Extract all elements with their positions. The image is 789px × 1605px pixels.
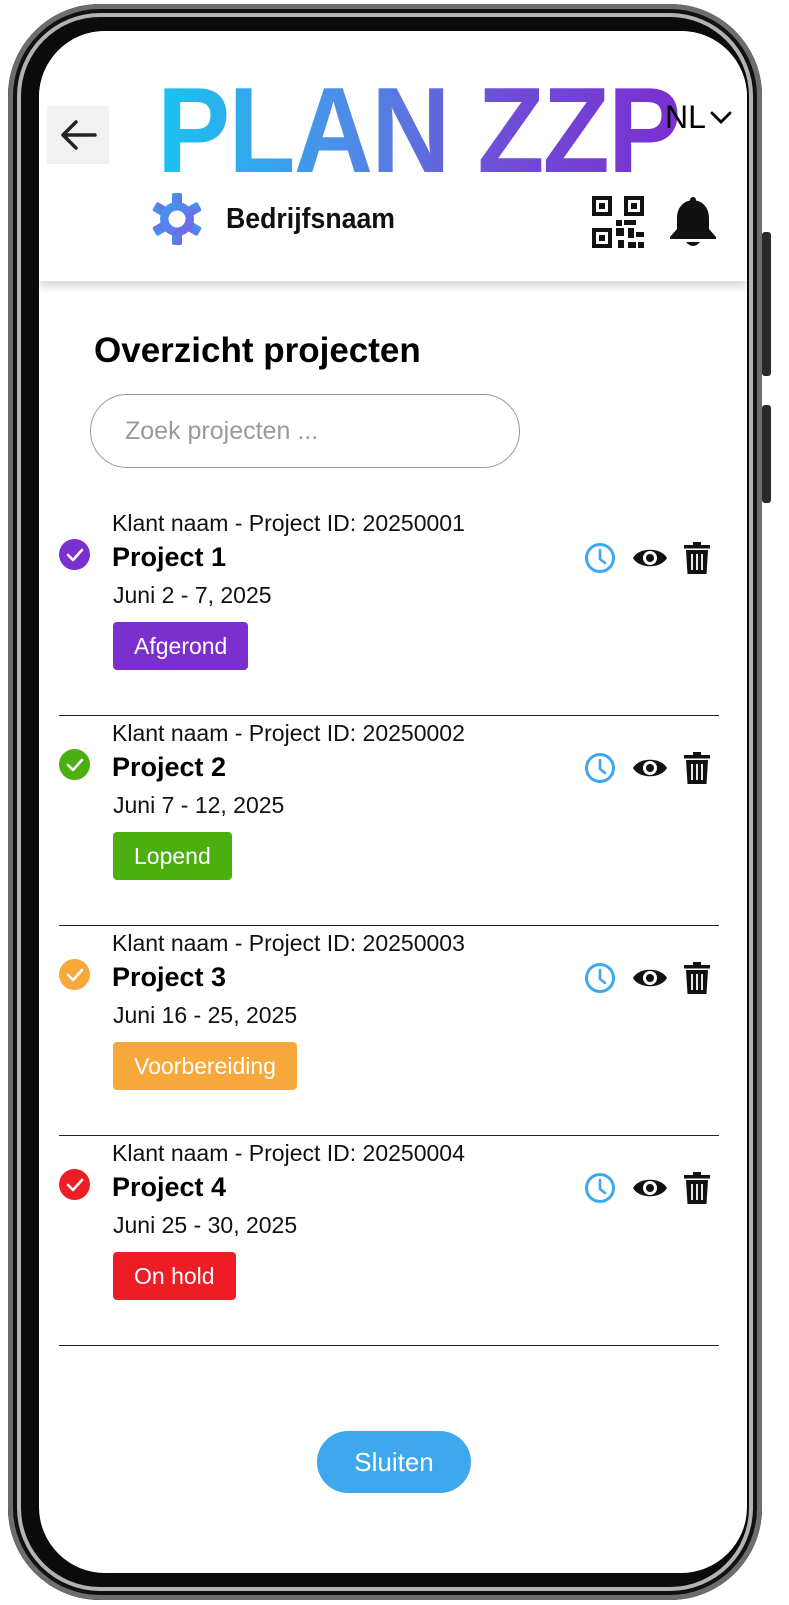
status-badge: Afgerond xyxy=(113,622,249,670)
project-list: Klant naam - Project ID: 20250001 Projec… xyxy=(59,506,719,1346)
search-input[interactable] xyxy=(90,394,520,468)
project-name[interactable]: Project 3 xyxy=(112,962,226,993)
page-title: Overzicht projecten xyxy=(94,331,421,370)
app-header: PLAN ZZP NL Bedrijfsnaam xyxy=(39,31,747,281)
project-client: Klant naam - Project ID: 20250001 xyxy=(112,510,465,536)
clock-icon[interactable] xyxy=(584,542,616,574)
project-row[interactable]: Klant naam - Project ID: 20250002 Projec… xyxy=(59,716,719,926)
trash-icon[interactable] xyxy=(684,1172,710,1204)
status-badge: Voorbereiding xyxy=(113,1042,297,1090)
company-name[interactable]: Bedrijfsnaam xyxy=(226,203,395,236)
phone-frame: PLAN ZZP NL Bedrijfsnaam Overzicht proje… xyxy=(8,4,762,1600)
project-dates: Juni 2 - 7, 2025 xyxy=(113,582,272,608)
project-dates: Juni 16 - 25, 2025 xyxy=(113,1002,298,1028)
project-actions xyxy=(584,542,710,574)
project-actions xyxy=(584,752,710,784)
project-actions xyxy=(584,1172,710,1204)
back-button[interactable] xyxy=(47,106,109,164)
trash-icon[interactable] xyxy=(684,962,710,994)
clock-icon[interactable] xyxy=(584,752,616,784)
side-button-upper xyxy=(762,232,771,376)
eye-icon[interactable] xyxy=(632,965,668,991)
eye-icon[interactable] xyxy=(632,545,668,571)
check-circle-icon xyxy=(59,749,90,780)
check-circle-icon xyxy=(59,1169,90,1200)
bell-icon[interactable] xyxy=(667,195,719,249)
arrow-left-icon xyxy=(61,120,97,150)
project-client: Klant naam - Project ID: 20250002 xyxy=(112,720,465,746)
gear-icon[interactable] xyxy=(149,191,205,247)
project-dates: Juni 25 - 30, 2025 xyxy=(113,1212,298,1238)
clock-icon[interactable] xyxy=(584,962,616,994)
project-client: Klant naam - Project ID: 20250003 xyxy=(112,930,465,956)
trash-icon[interactable] xyxy=(684,752,710,784)
project-name[interactable]: Project 2 xyxy=(112,752,226,783)
side-button-lower xyxy=(762,405,771,503)
qr-code-icon[interactable] xyxy=(592,196,644,248)
status-badge: Lopend xyxy=(113,832,232,880)
clock-icon[interactable] xyxy=(584,1172,616,1204)
phone-screen: PLAN ZZP NL Bedrijfsnaam Overzicht proje… xyxy=(39,31,747,1573)
project-name[interactable]: Project 4 xyxy=(112,1172,226,1203)
project-dates: Juni 7 - 12, 2025 xyxy=(113,792,285,818)
chevron-down-icon xyxy=(710,111,732,124)
project-client: Klant naam - Project ID: 20250004 xyxy=(112,1140,465,1166)
eye-icon[interactable] xyxy=(632,755,668,781)
trash-icon[interactable] xyxy=(684,542,710,574)
brand-logo: PLAN ZZP xyxy=(157,62,681,198)
project-row[interactable]: Klant naam - Project ID: 20250004 Projec… xyxy=(59,1136,719,1346)
language-selector[interactable]: NL xyxy=(665,99,732,136)
project-name[interactable]: Project 1 xyxy=(112,542,226,573)
status-badge: On hold xyxy=(113,1252,236,1300)
check-circle-icon xyxy=(59,539,90,570)
project-row[interactable]: Klant naam - Project ID: 20250003 Projec… xyxy=(59,926,719,1136)
close-button[interactable]: Sluiten xyxy=(317,1431,471,1493)
project-actions xyxy=(584,962,710,994)
eye-icon[interactable] xyxy=(632,1175,668,1201)
project-row[interactable]: Klant naam - Project ID: 20250001 Projec… xyxy=(59,506,719,716)
check-circle-icon xyxy=(59,959,90,990)
language-label: NL xyxy=(665,99,706,135)
